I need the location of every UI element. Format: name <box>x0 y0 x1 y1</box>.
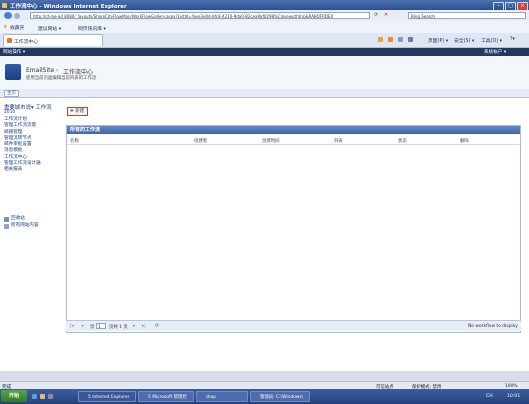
column-created-time[interactable]: 创建时间 <box>262 138 280 144</box>
pager-bar: |◂ ◂ 页 1 页共 1 页 ▸ ▸| ⟳ No workflow to di… <box>66 320 521 331</box>
next-page-icon[interactable]: ▸ <box>133 324 135 329</box>
new-icon: ✚ <box>70 109 74 114</box>
recycle-bin-label: 回收站 <box>11 216 25 221</box>
nav-item-workflow-volume[interactable]: 管理工作流流量 <box>4 123 41 129</box>
breadcrumb-separator: › <box>56 67 59 74</box>
column-delete[interactable]: 删除 <box>460 138 469 144</box>
page-description: 使用当前页面编辑当前列表的工作流 <box>26 76 97 81</box>
back-icon[interactable] <box>4 12 12 19</box>
window-title: 工作流中心 - Windows Internet Explorer <box>10 4 127 10</box>
forward-icon[interactable] <box>14 12 20 19</box>
workflow-list-title: 所有的工作流 <box>67 126 520 134</box>
column-name[interactable]: 名称 <box>70 138 79 144</box>
new-workflow-button[interactable]: ✚ 新建 <box>67 107 88 116</box>
home-icon[interactable] <box>378 37 383 42</box>
all-site-content-label: 所有网站内容 <box>11 223 39 228</box>
refresh-icon[interactable]: ⟳ <box>374 12 378 18</box>
breadcrumb-site[interactable]: EmailSite <box>26 67 54 74</box>
user-menu[interactable]: 系统帐户 ▾ <box>484 49 506 55</box>
help-menu[interactable]: ?▾ <box>510 37 515 42</box>
zoom-level[interactable]: 100% <box>505 384 518 389</box>
first-page-icon[interactable]: |◂ <box>70 324 74 329</box>
safety-menu[interactable]: 安全(S) ▾ <box>454 37 474 44</box>
input-language[interactable]: CH <box>486 394 493 399</box>
quick-launch-folder-icon[interactable] <box>40 394 45 399</box>
stop-icon[interactable]: ✕ <box>384 12 388 18</box>
quick-launch-list: 工作流计划 管理工作流流量 邮箱管理 管理流转节点 邮件审批设置 消息模板 工作… <box>4 117 41 174</box>
workflow-list-panel <box>66 125 521 333</box>
tools-menu[interactable]: 工具(O) ▾ <box>481 37 502 44</box>
page-favicon-icon <box>7 38 12 43</box>
quick-launch-ie-icon[interactable] <box>32 394 37 399</box>
column-creator[interactable]: 创建者 <box>194 138 207 144</box>
address-bar[interactable]: http://ch-be-ad 8080/_layouts/ShareCityF… <box>30 12 370 19</box>
task-drop[interactable]: drop <box>196 391 248 402</box>
all-site-content-link[interactable]: 所有网站内容 <box>4 223 39 229</box>
empty-list-message: No workflow to display <box>468 323 518 329</box>
quick-launch-server-icon[interactable] <box>48 394 53 399</box>
task-command-prompt[interactable]: 管理员: C:\Windows\ <box>250 391 310 402</box>
tab-label: 工作流中心 <box>14 40 38 45</box>
ie-logo-icon <box>2 2 7 8</box>
start-button[interactable]: 开始 <box>1 390 27 402</box>
column-list[interactable]: 列表 <box>334 138 343 144</box>
recycle-bin-icon <box>4 216 9 222</box>
pager-total: 页共 1 页 <box>109 324 128 330</box>
tab-home[interactable]: 主页 <box>4 90 19 97</box>
suggested-sites-link[interactable]: 建议网站 ▾ <box>38 25 61 32</box>
column-header-row <box>67 137 520 145</box>
window-title-bar: 工作流中心 - Windows Internet Explorer – □ × <box>0 0 529 11</box>
feeds-icon[interactable] <box>388 37 393 42</box>
tab-workflow-center[interactable]: 工作流中心 <box>3 34 103 46</box>
favorites-label[interactable]: 收藏夹 <box>10 24 24 31</box>
pager-page-label: 页 <box>90 324 95 330</box>
nav-item-reports[interactable]: 相关报表 <box>4 167 41 173</box>
search-input[interactable]: Bing Search <box>408 12 526 19</box>
print-icon[interactable] <box>408 37 413 42</box>
site-actions-menu[interactable]: 网站操作 ▾ <box>3 49 25 55</box>
refresh-list-icon[interactable]: ⟳ <box>155 323 159 329</box>
site-actions-bar: 网站操作 ▾ 系统帐户 ▾ <box>0 48 529 56</box>
task-management-console[interactable]: 5 Microsoft 管理控 <box>138 391 194 402</box>
top-navigation: 主页 <box>0 89 529 98</box>
prev-page-icon[interactable]: ◂ <box>81 324 83 329</box>
recycle-bin-link[interactable]: 回收站 <box>4 216 25 222</box>
quick-launch-subtitle: 2010 <box>4 110 16 115</box>
site-logo-icon <box>5 64 21 80</box>
favorites-star-icon[interactable]: ★ <box>3 24 7 30</box>
page-menu[interactable]: 页面(P) ▾ <box>428 37 448 44</box>
mail-icon[interactable] <box>398 37 403 42</box>
site-content-icon <box>4 223 9 229</box>
quick-launch: 重要城市说▾ 工作流 2010 工作流计划 管理工作流流量 邮箱管理 管理流转节… <box>0 98 64 371</box>
column-status[interactable]: 状态 <box>398 138 407 144</box>
task-internet-explorer[interactable]: 5 Internet Explorer <box>78 391 136 402</box>
clock: 10:01 <box>507 394 521 399</box>
last-page-icon[interactable]: ▸| <box>142 324 146 329</box>
new-workflow-label: 新建 <box>75 109 85 114</box>
web-slice-gallery-link[interactable]: 网页快讯库 ▾ <box>78 25 106 32</box>
page-number-input[interactable]: 1 <box>96 323 106 329</box>
